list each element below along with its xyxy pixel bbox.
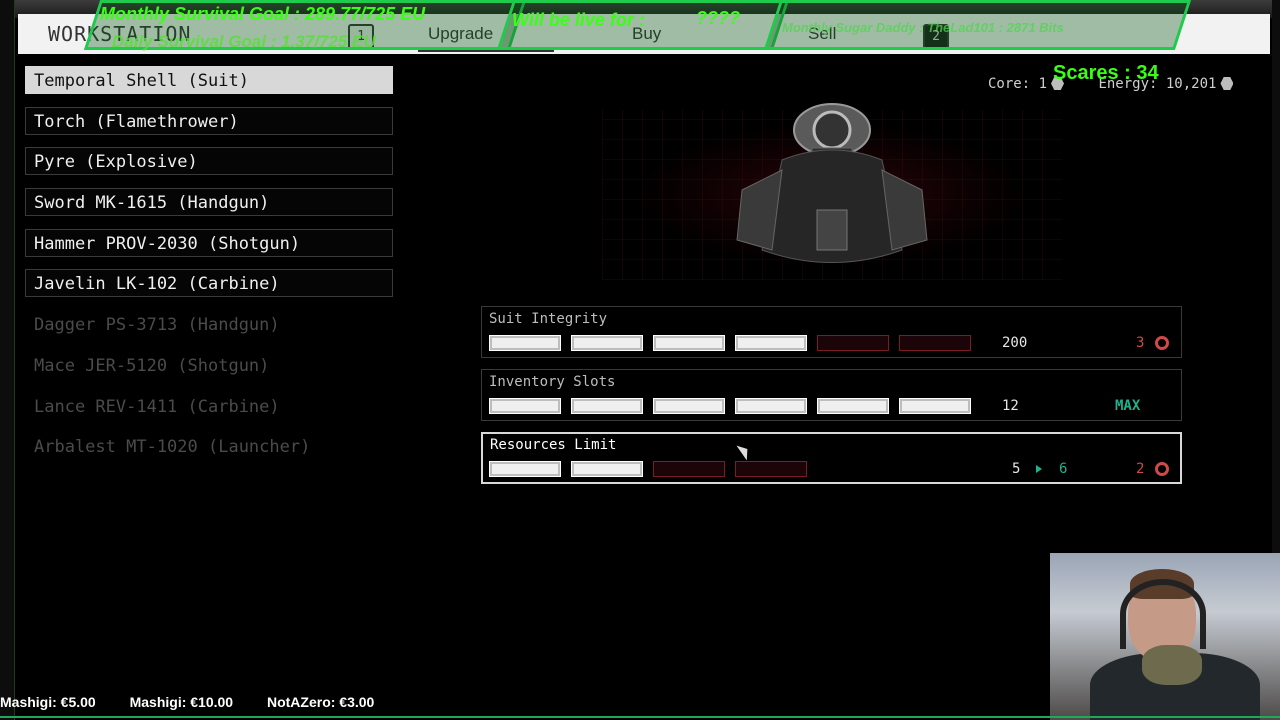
sugar-daddy-text: Monthly Sugar Daddy : TheLad101 : 2871 B… (782, 20, 1064, 35)
stream-frame-bottom (0, 716, 1280, 718)
upgrade-segment-filled (571, 398, 643, 414)
upgrade-segment-filled (735, 398, 807, 414)
list-item-locked: Dagger PS-3713 (Handgun) (34, 315, 280, 336)
upgrade-label: Inventory Slots (489, 374, 616, 390)
energy-icon (1220, 77, 1234, 90)
webcam-feed (1050, 553, 1280, 720)
upgrade-segment-filled (653, 335, 725, 351)
suit-preview (482, 100, 1182, 290)
upgrade-value: 200 (1002, 335, 1028, 351)
upgrade-segment-filled (489, 335, 561, 351)
headset-icon (1120, 579, 1206, 649)
live-for-text: Will be live for : (512, 10, 645, 30)
upgrade-cost: 3 (1136, 335, 1145, 351)
core-cost-icon (1155, 462, 1169, 476)
ticker-item: Mashigi: €5.00 (0, 694, 96, 710)
donation-ticker: Mashigi: €5.00 Mashigi: €10.00 NotAZero:… (0, 694, 404, 710)
upgrade-arrow-icon (1036, 465, 1042, 473)
upgrade-label: Suit Integrity (489, 311, 608, 327)
list-item[interactable]: Javelin LK-102 (Carbine) (25, 269, 393, 298)
upgrade-segment-filled (489, 461, 561, 477)
list-item[interactable]: Hammer PROV-2030 (Shotgun) (25, 228, 393, 257)
list-item[interactable]: Sword MK-1615 (Handgun) (25, 188, 393, 217)
ticker-item: Mashigi: €10.00 (129, 694, 234, 710)
stream-frame-right (1272, 0, 1280, 560)
upgrade-suit-integrity[interactable]: Suit Integrity 200 3 (481, 306, 1182, 358)
upgrade-resources-limit[interactable]: Resources Limit 5 6 2 (481, 432, 1182, 484)
upgrade-max-badge: MAX (1115, 398, 1141, 414)
ticker-item: NotAZero: €3.00 (266, 694, 375, 710)
scares-counter: Scares : 34 (1053, 62, 1159, 84)
list-item[interactable]: Temporal Shell (Suit) (25, 66, 393, 94)
list-item-locked: Arbalest MT-1020 (Launcher) (34, 437, 311, 458)
upgrade-next-value: 6 (1059, 461, 1068, 477)
upgrade-segment-empty (735, 461, 807, 477)
webcam-scarf (1142, 645, 1202, 685)
stream-frame-left (0, 0, 15, 720)
upgrade-value: 5 (1012, 461, 1021, 477)
upgrade-inventory-slots[interactable]: Inventory Slots 12 MAX (481, 369, 1182, 421)
list-item-locked: Lance REV-1411 (Carbine) (34, 396, 280, 417)
suit-image (736, 103, 928, 263)
upgrade-label: Resources Limit (490, 437, 617, 453)
core-count: Core: 1 (988, 76, 1048, 92)
monthly-goal-text: Monthly Survival Goal : 289.77/725 EU (100, 4, 426, 24)
upgrade-cost: 2 (1136, 461, 1145, 477)
list-item[interactable]: Pyre (Explosive) (25, 147, 393, 176)
live-for-value: ???? (696, 8, 740, 28)
upgrade-value: 12 (1002, 398, 1019, 414)
upgrade-segment-filled (571, 461, 643, 477)
item-list: Temporal Shell (Suit) Torch (Flamethrowe… (25, 66, 393, 473)
list-item-locked: Mace JER-5120 (Shotgun) (34, 355, 270, 376)
list-item[interactable]: Torch (Flamethrower) (25, 106, 393, 135)
upgrade-segment-filled (735, 335, 807, 351)
upgrade-segment-filled (653, 398, 725, 414)
daily-goal-text: Daily Survival Goal : 1.37/725 EU (112, 32, 376, 51)
upgrade-segment-empty (653, 461, 725, 477)
upgrade-segment-empty (899, 335, 971, 351)
upgrade-segment-empty (817, 335, 889, 351)
upgrade-segment-filled (899, 398, 971, 414)
core-cost-icon (1155, 336, 1169, 350)
upgrade-segment-filled (817, 398, 889, 414)
upgrade-segment-filled (571, 335, 643, 351)
upgrade-segment-filled (489, 398, 561, 414)
